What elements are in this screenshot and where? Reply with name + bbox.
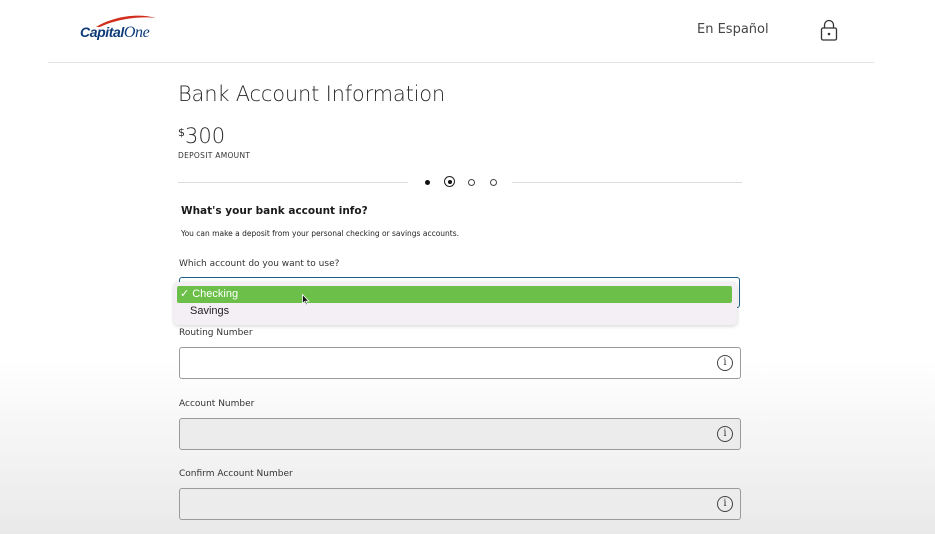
option-savings-label: Savings	[190, 305, 230, 317]
account-number-info-icon[interactable]: i	[717, 426, 733, 442]
step-2-dot-current	[444, 176, 455, 187]
account-number-label: Account Number	[179, 399, 255, 409]
mouse-pointer-icon	[302, 294, 310, 306]
lock-icon[interactable]	[819, 18, 839, 42]
step-1-dot	[422, 177, 432, 187]
step-4-dot	[488, 177, 498, 187]
option-checking[interactable]: ✓ Checking	[177, 286, 732, 303]
logo-wordmark: CapitalOne	[80, 24, 150, 42]
check-icon: ✓	[180, 288, 190, 300]
routing-info-icon[interactable]: i	[717, 355, 733, 371]
account-number-input[interactable]: i	[179, 418, 741, 450]
header-divider	[48, 62, 874, 63]
capital-one-logo[interactable]: CapitalOne	[80, 14, 160, 44]
option-savings[interactable]: Savings	[177, 303, 732, 320]
confirm-account-number-input[interactable]: i	[179, 488, 741, 520]
page-title: Bank Account Information	[178, 82, 445, 106]
account-type-dropdown-menu: ✓ Checking Savings	[174, 282, 737, 325]
step-3-dot	[466, 177, 476, 187]
site-header: CapitalOne En Español	[0, 0, 935, 62]
confirm-account-number-label: Confirm Account Number	[179, 469, 293, 479]
deposit-currency-symbol: $	[178, 126, 185, 139]
routing-number-label: Routing Number	[179, 328, 253, 338]
logo-text-one: One	[123, 24, 150, 41]
deposit-amount-label: DEPOSIT AMOUNT	[178, 151, 251, 160]
form-heading: What's your bank account info?	[181, 205, 368, 217]
stepper-line-right	[512, 182, 742, 183]
progress-stepper	[178, 172, 742, 192]
stepper-line-left	[178, 182, 408, 183]
account-type-label: Which account do you want to use?	[179, 259, 340, 269]
form-subheading: You can make a deposit from your persona…	[181, 229, 460, 238]
deposit-amount-value: 300	[185, 124, 226, 148]
logo-text-capital: Capital	[80, 24, 124, 40]
deposit-amount: $300	[178, 124, 225, 148]
option-checking-label: Checking	[192, 288, 239, 300]
routing-number-input[interactable]: i	[179, 347, 741, 379]
confirm-account-info-icon[interactable]: i	[717, 496, 733, 512]
language-toggle-link[interactable]: En Español	[697, 22, 769, 37]
